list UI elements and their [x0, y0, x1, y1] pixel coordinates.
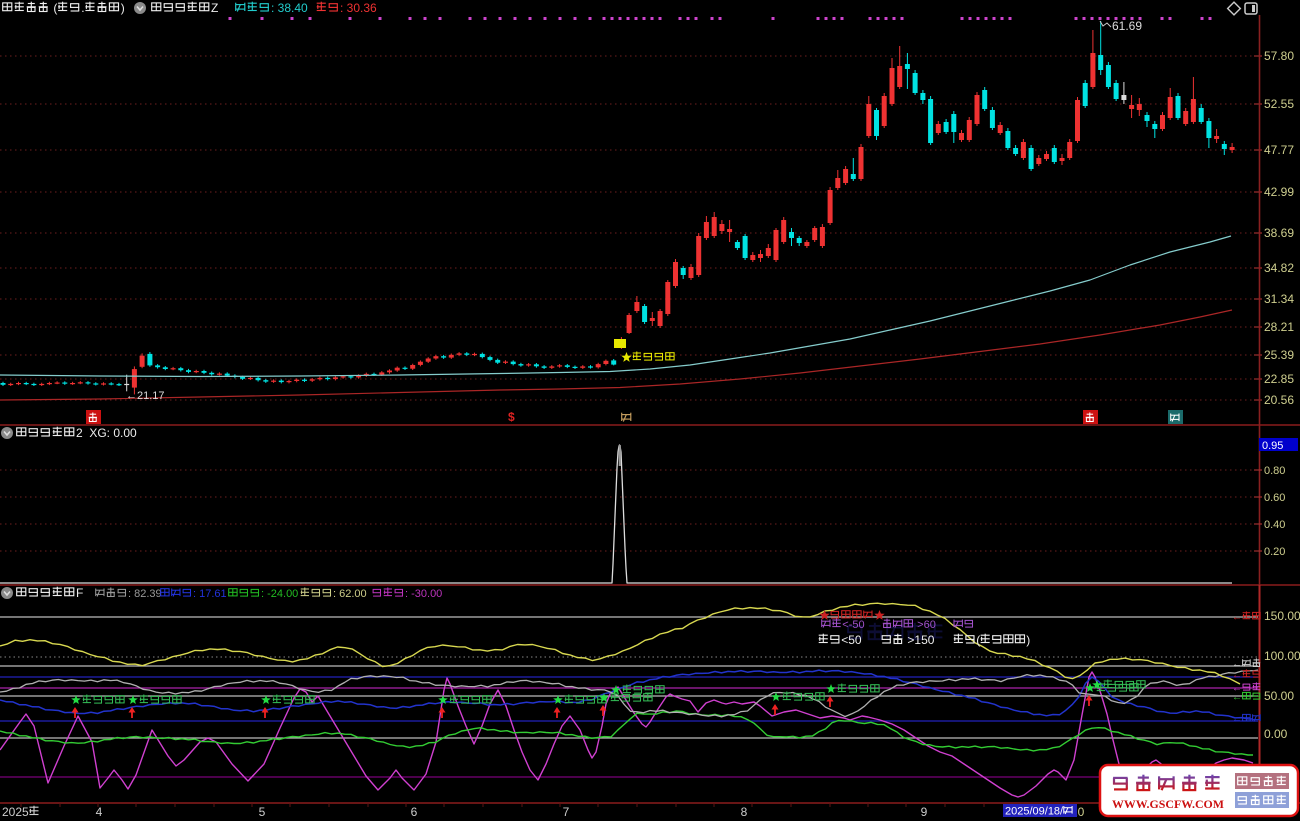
svg-text:: -30.00: : -30.00 — [405, 588, 442, 600]
svg-text:(: ( — [50, 1, 57, 15]
svg-text:: 62.00: : 62.00 — [333, 588, 367, 600]
svg-text:7: 7 — [563, 805, 570, 819]
svg-text:9: 9 — [921, 805, 928, 819]
svg-text:38.69: 38.69 — [1264, 226, 1294, 240]
svg-text:.: . — [81, 1, 84, 15]
svg-text:0.95: 0.95 — [1262, 440, 1283, 452]
svg-text:<-50: <-50 — [842, 619, 864, 631]
svg-text:47.77: 47.77 — [1264, 143, 1294, 157]
svg-text:28.21: 28.21 — [1264, 320, 1294, 334]
svg-text:31.34: 31.34 — [1264, 292, 1294, 306]
svg-text:20.56: 20.56 — [1264, 393, 1294, 407]
svg-text:>60: >60 — [914, 619, 936, 631]
svg-text:←21.17: ←21.17 — [126, 390, 165, 402]
svg-text:Z: Z — [211, 1, 218, 15]
svg-text:F: F — [76, 586, 83, 600]
svg-text:: -24.00: : -24.00 — [261, 588, 298, 600]
svg-text:: 30.36: : 30.36 — [340, 1, 377, 15]
svg-text:0.60: 0.60 — [1264, 492, 1285, 504]
svg-text:100.00: 100.00 — [1264, 649, 1300, 663]
svg-text:(: ( — [976, 633, 980, 647]
svg-text:): ) — [121, 1, 125, 15]
svg-text:61.69: 61.69 — [1112, 19, 1142, 33]
svg-text:57.80: 57.80 — [1264, 49, 1294, 63]
svg-text:2025: 2025 — [2, 805, 29, 819]
svg-text:22.85: 22.85 — [1264, 372, 1294, 386]
svg-text:←: ← — [1232, 659, 1242, 670]
svg-text:4: 4 — [96, 805, 103, 819]
svg-text:0.40: 0.40 — [1264, 519, 1285, 531]
svg-text:150.00: 150.00 — [1264, 609, 1300, 623]
svg-text:0.80: 0.80 — [1264, 465, 1285, 477]
svg-text:>150: >150 — [904, 633, 935, 647]
svg-text:): ) — [1026, 633, 1030, 647]
svg-text:2 XG: 0.00: 2 XG: 0.00 — [76, 426, 137, 440]
svg-text:$: $ — [508, 410, 515, 424]
svg-text:: 38.40: : 38.40 — [271, 1, 308, 15]
svg-text:←: ← — [1232, 692, 1242, 703]
svg-text:6: 6 — [411, 805, 418, 819]
svg-text:34.82: 34.82 — [1264, 261, 1294, 275]
svg-text:←: ← — [1232, 714, 1242, 725]
svg-text:5: 5 — [259, 805, 266, 819]
svg-text:52.55: 52.55 — [1264, 97, 1294, 111]
svg-text:←: ← — [1232, 670, 1242, 681]
svg-text:: 82.39: : 82.39 — [128, 588, 162, 600]
svg-text:42.99: 42.99 — [1264, 185, 1294, 199]
svg-text:: 17.61: : 17.61 — [193, 588, 227, 600]
svg-text:0.00: 0.00 — [1264, 727, 1288, 741]
svg-text:50.00: 50.00 — [1264, 689, 1294, 703]
svg-text:8: 8 — [741, 805, 748, 819]
svg-text:2025/09/18/: 2025/09/18/ — [1005, 806, 1064, 818]
svg-text:←: ← — [1232, 612, 1242, 623]
svg-text:0.20: 0.20 — [1264, 546, 1285, 558]
svg-text:25.39: 25.39 — [1264, 348, 1294, 362]
svg-text:WWW.GSCFW.COM: WWW.GSCFW.COM — [1112, 797, 1224, 811]
svg-text:<50: <50 — [841, 633, 862, 647]
